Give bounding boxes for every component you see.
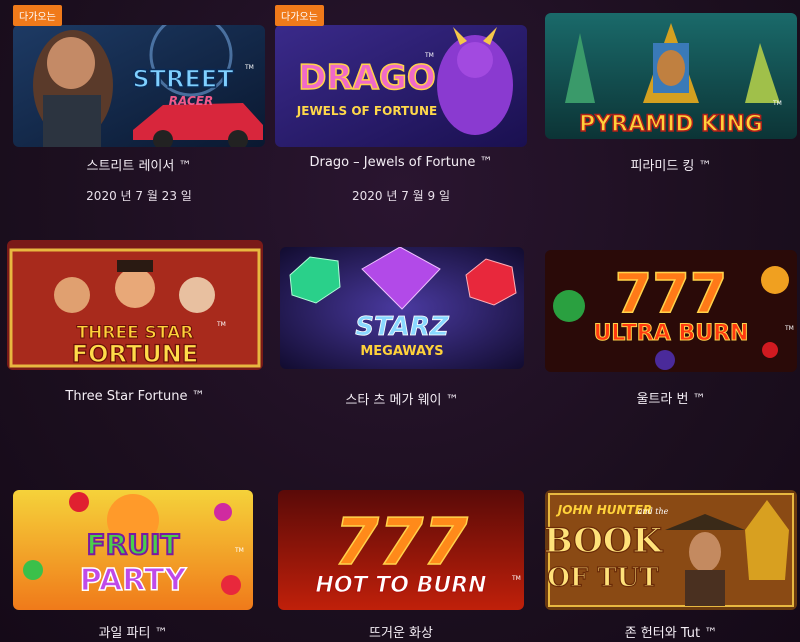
street-racer-artwork: STREET RACER TM [13, 25, 265, 147]
upcoming-badge: 다가오는 [275, 5, 324, 26]
starz-megaways-artwork: STARZ MEGAWAYS [280, 247, 524, 369]
trademark: TM [784, 325, 794, 332]
logo-text: STARZ [355, 312, 450, 342]
logo-text: DRAGO [298, 58, 436, 98]
logo-subtext: MEGAWAYS [360, 344, 443, 359]
logo-text: STREET [132, 65, 234, 93]
logo-subtext: PARTY [80, 563, 188, 598]
ultra-burn-artwork: 777 ULTRA BURN TM [545, 250, 797, 372]
game-thumbnail-pyramid-king[interactable]: PYRAMID KING TM [545, 13, 797, 139]
trademark: TM [244, 64, 254, 71]
logo-text: 777 [615, 262, 728, 325]
game-title[interactable]: 과일 파티 ™ [13, 622, 253, 641]
logo-subtext: HOT TO BURN [315, 573, 486, 598]
game-title[interactable]: 스트리트 레이서 ™ [13, 155, 265, 174]
game-thumbnail-street-racer[interactable]: STREET RACER TM [13, 25, 265, 147]
release-date: 2020 년 7 월 9 일 [351, 189, 450, 203]
trademark: TM [424, 52, 434, 59]
game-title[interactable]: Three Star Fortune ™ [7, 389, 263, 404]
logo-text: BOOK [545, 521, 664, 561]
logo-text: PYRAMID KING [579, 112, 763, 137]
logo-subtext: JEWELS OF FORTUNE [296, 104, 437, 118]
game-thumbnail-starz-megaways[interactable]: STARZ MEGAWAYS [280, 247, 524, 369]
game-title[interactable]: 피라미드 킹 ™ [545, 155, 797, 174]
logo-subtext: OF TUT [547, 563, 659, 593]
pyramid-king-artwork: PYRAMID KING TM [545, 13, 797, 139]
trademark: TM [511, 575, 521, 582]
fruit-party-artwork: FRUIT PARTY TM [13, 490, 253, 610]
game-thumbnail-book-of-tut[interactable]: JOHN HUNTER and the BOOK OF TUT [545, 490, 797, 610]
game-thumbnail-hot-to-burn[interactable]: 777 HOT TO BURN TM [278, 490, 524, 610]
upcoming-badge: 다가오는 [13, 5, 62, 26]
game-title[interactable]: 스타 츠 메가 웨이 ™ [280, 389, 524, 408]
logo-subtext: FORTUNE [72, 340, 199, 368]
release-date: 2020 년 7 월 23 일 [86, 189, 192, 203]
logo-subtext: ULTRA BURN [594, 321, 749, 346]
game-title[interactable]: 존 헌터와 Tut ™ [545, 622, 797, 641]
book-of-tut-artwork: JOHN HUNTER and the BOOK OF TUT [545, 490, 797, 610]
logo-subtext: RACER [169, 94, 213, 108]
logo-text: FRUIT [87, 528, 180, 561]
logo-text: 777 [334, 506, 468, 580]
game-thumbnail-drago[interactable]: DRAGO JEWELS OF FORTUNE TM [275, 25, 527, 147]
game-grid: 다가오는 STREET RACER TM 스트리트 레이서 ™ 2020 년 7… [0, 0, 800, 642]
game-thumbnail-three-star-fortune[interactable]: THREE STAR FORTUNE TM [7, 240, 263, 370]
game-title[interactable]: Drago – Jewels of Fortune ™ [275, 155, 527, 170]
game-thumbnail-fruit-party[interactable]: FRUIT PARTY TM [13, 490, 253, 610]
trademark: TM [234, 547, 244, 554]
trademark: TM [216, 321, 226, 328]
drago-artwork: DRAGO JEWELS OF FORTUNE TM [275, 25, 527, 147]
game-thumbnail-ultra-burn[interactable]: 777 ULTRA BURN TM [545, 250, 797, 372]
game-title[interactable]: 울트라 번 ™ [545, 388, 797, 407]
three-star-fortune-artwork: THREE STAR FORTUNE TM [7, 240, 263, 370]
hot-to-burn-artwork: 777 HOT TO BURN TM [278, 490, 524, 610]
trademark: TM [772, 100, 782, 107]
logo-conjunction: and the [638, 507, 669, 516]
game-title[interactable]: 뜨거운 화상 [278, 622, 524, 641]
